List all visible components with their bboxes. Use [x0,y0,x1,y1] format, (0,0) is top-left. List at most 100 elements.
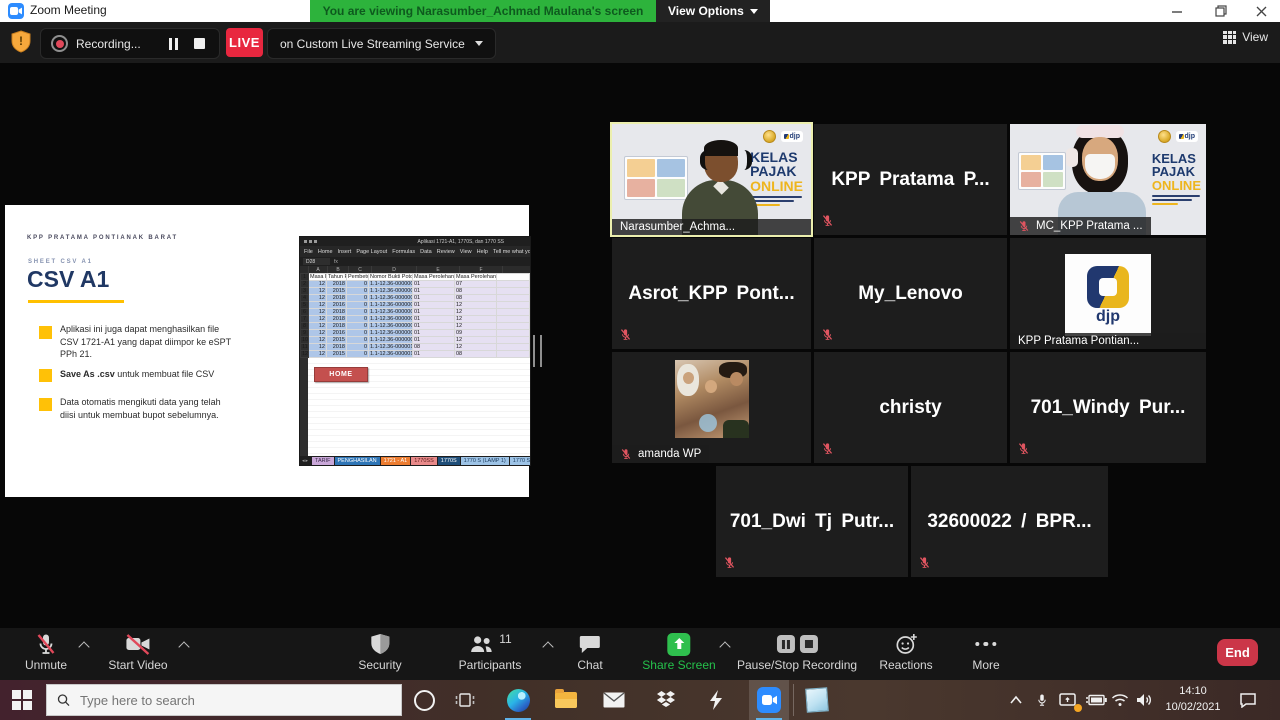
excel-sheet-tab: 1770 S (LAM [510,457,530,465]
live-badge: LIVE [226,28,263,57]
share-screen-button[interactable]: Share Screen [642,632,715,672]
excel-home-button: HOME [314,367,368,382]
mail-icon[interactable] [602,688,626,712]
excel-name-box: D28 [303,258,330,265]
notes-app-icon[interactable] [805,688,829,712]
participants-button[interactable]: 11 Participants [459,632,522,672]
gallery-view-button[interactable]: View [1223,30,1268,44]
search-icon [57,693,70,707]
pause-stop-recording-button[interactable]: Pause/Stop Recording [737,632,857,672]
camera-off-icon [125,632,152,656]
excel-ribbon-tab: Formulas [392,249,415,255]
tray-volume-icon[interactable] [1132,688,1156,712]
live-stream-service[interactable]: on Custom Live Streaming Service [267,28,496,59]
participant-name: KPP Pratama Pontian... [1018,335,1139,347]
bolt-app-icon[interactable] [704,688,728,712]
security-label: Security [358,658,401,672]
excel-ribbon-tab: File [304,249,313,255]
excel-formula-bar: D28 fx [300,257,530,266]
tile-christy[interactable]: christy [814,352,1007,463]
tile-windy[interactable]: 701_Windy Pur... [1010,352,1206,463]
tray-wifi-icon[interactable] [1108,688,1132,712]
participants-options-chevron[interactable] [544,640,553,649]
more-label: More [972,658,999,672]
taskbar-clock[interactable]: 14:10 10/02/2021 [1158,684,1228,716]
tile-amanda[interactable]: amanda WP [612,352,811,463]
recording-label: Recording... [76,37,169,51]
tile-mc-kpp[interactable]: djp KELAS PAJAK ONLINE MC_KPP Pratama ..… [1010,124,1206,235]
start-video-label: Start Video [108,658,167,672]
cortana-icon[interactable] [412,688,436,712]
participants-icon [468,633,494,655]
share-scrollbar-thumb[interactable] [533,335,542,367]
mc-face-mask [1085,154,1115,179]
tile-narasumber[interactable]: djp KELAS PAJAK ONLINE Narasumber_Achma.… [612,124,811,235]
encryption-shield-icon[interactable]: ! [10,30,32,59]
security-button[interactable]: Security [358,632,401,672]
unmute-options-chevron[interactable] [80,640,89,649]
excel-grid: 1Masa PajakTahun PajakPembetulanNomor Bu… [300,273,530,358]
shield-icon [369,632,391,656]
unmute-button[interactable]: Unmute [25,632,67,672]
excel-ribbon-tab: Home [318,249,333,255]
minimize-button[interactable] [1160,0,1194,22]
view-options-label: View Options [668,4,744,18]
muted-mic-icon [723,555,736,570]
video-options-chevron[interactable] [180,640,189,649]
tile-dwi[interactable]: 701_Dwi Tj Putr... [716,466,908,577]
stop-recording-button[interactable] [194,38,205,49]
search-input[interactable] [78,692,391,709]
share-options-chevron[interactable] [721,640,730,649]
taskbar-search[interactable] [46,684,402,716]
excel-col-letter: A [309,266,328,273]
dropbox-icon[interactable] [654,688,678,712]
taskbar-divider [793,684,794,716]
file-explorer-icon[interactable] [554,688,578,712]
tray-mic-icon[interactable] [1030,688,1054,712]
more-button[interactable]: More [972,632,999,672]
edge-icon[interactable] [506,688,530,712]
live-stream-label: on Custom Live Streaming Service [280,37,465,51]
excel-col-letter: C [349,266,372,273]
reactions-button[interactable]: Reactions [879,632,932,672]
tile-asrot[interactable]: Asrot_KPP Pont... [612,238,811,349]
poster-logos: djp [1158,130,1199,143]
chat-button[interactable]: Chat [577,632,602,672]
start-video-button[interactable]: Start Video [108,632,167,672]
pause-recording-button[interactable] [169,38,180,50]
excel-grid-body: 1Masa PajakTahun PajakPembetulanNomor Bu… [301,274,530,358]
tray-screenshare-icon[interactable] [1056,688,1080,712]
excel-sheet-tabs: ◂▸ TARIFPENGHASILAN1721 - A11770SS1770S1… [300,456,530,465]
tray-battery-icon[interactable] [1084,688,1108,712]
participant-name: amanda WP [638,448,701,460]
zoom-taskbar-icon[interactable] [757,688,781,712]
close-button[interactable] [1244,0,1278,22]
mic-muted-icon [34,632,58,656]
poster-kelas: KELAS [750,150,803,164]
excel-row-number-strip [300,358,308,456]
grid-view-icon [1223,31,1236,44]
action-center-icon[interactable] [1236,688,1260,712]
poster-pajak: PAJAK [750,164,803,178]
muted-mic-icon [1017,441,1030,456]
tile-my-lenovo[interactable]: My_Lenovo [814,238,1007,349]
excel-empty-rows: HOME [300,358,530,456]
tray-expand-chevron[interactable] [1004,688,1028,712]
task-view-icon[interactable] [453,688,477,712]
excel-ribbon-tab: View [460,249,472,255]
bullet-2-bold: Save As .csv [60,369,115,379]
view-options-button[interactable]: View Options [656,0,770,22]
restore-button[interactable] [1204,0,1238,22]
unmute-label: Unmute [25,658,67,672]
speaker-headphones [700,150,752,170]
participant-name-label: MC_KPP Pratama ... [1010,217,1151,235]
excel-col-letter: E [417,266,460,273]
tile-kpp-pontianak[interactable]: djp KPP Pratama Pontian... [1010,238,1206,349]
start-button[interactable] [12,690,32,710]
end-meeting-button[interactable]: End [1217,639,1258,666]
tile-kpp-pratama-p[interactable]: KPP Pratama P... [814,124,1007,235]
view-label: View [1242,30,1268,44]
excel-ribbon-tab: Tell me what you [493,249,530,255]
reactions-icon [894,632,918,656]
tile-bpr[interactable]: 32600022 / BPR... [911,466,1108,577]
